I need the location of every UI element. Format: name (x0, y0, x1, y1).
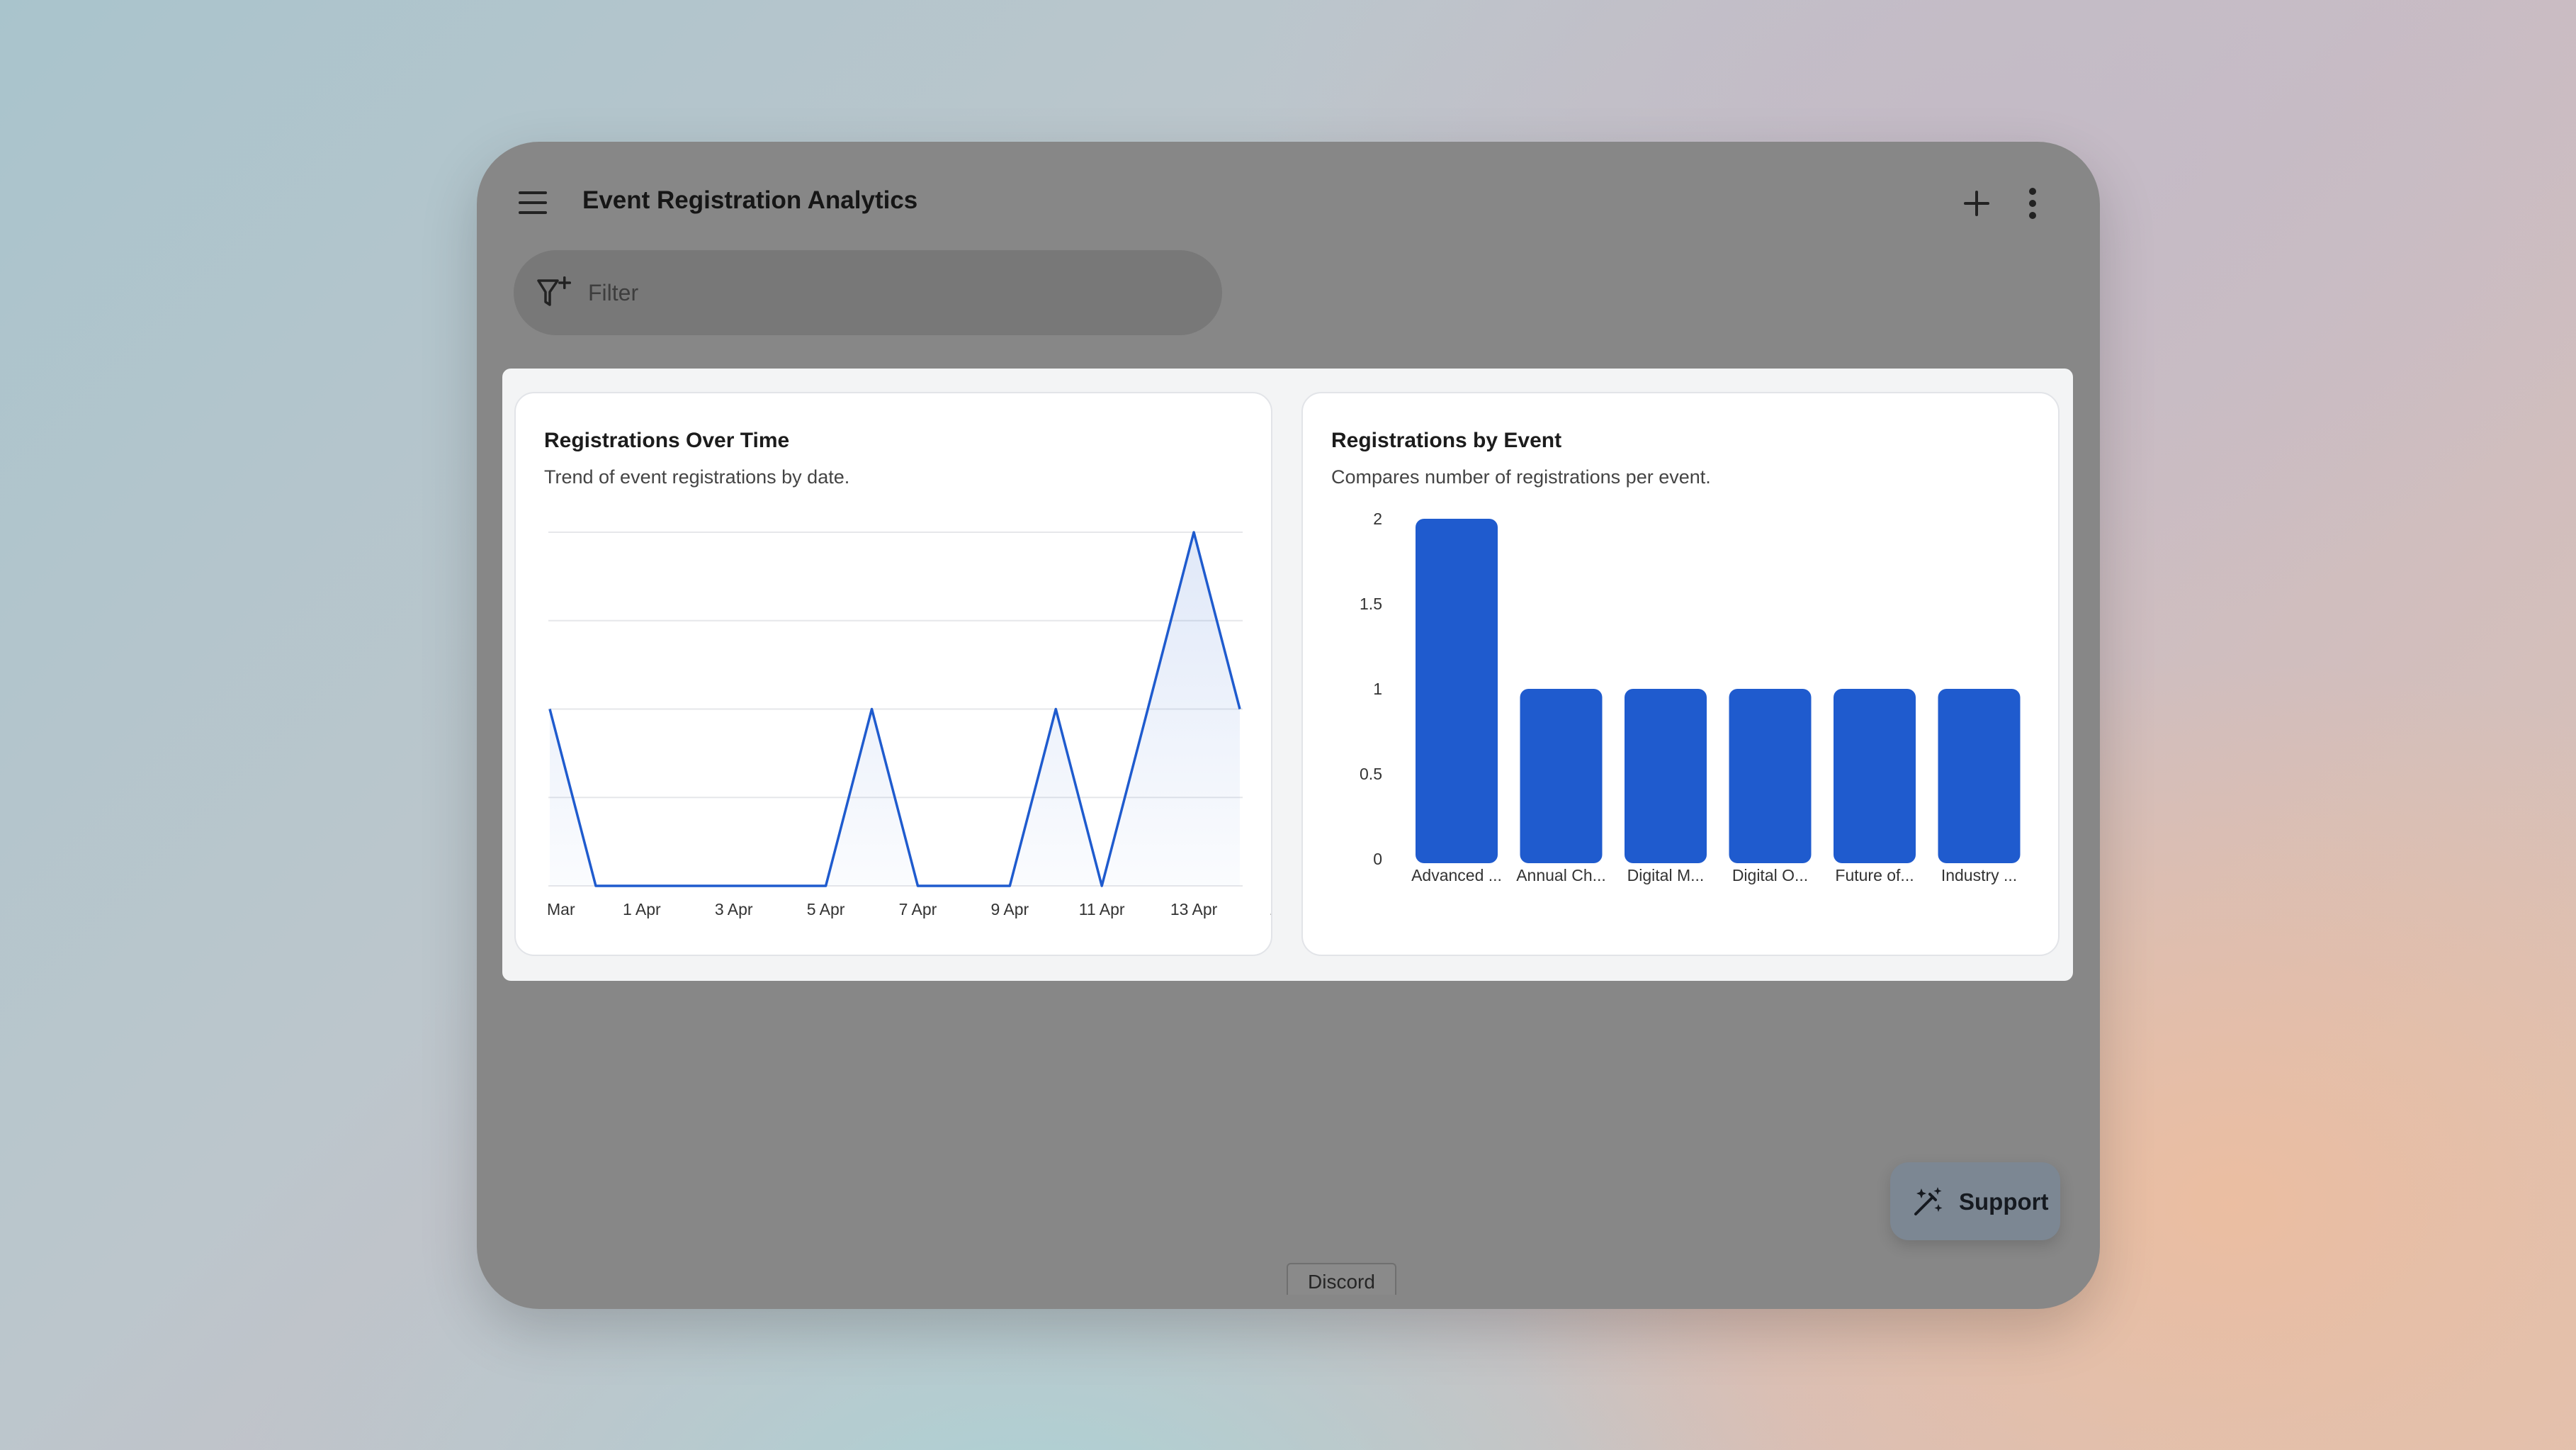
magic-wand-icon (1914, 1187, 1943, 1215)
discord-label: Discord (1308, 1271, 1375, 1293)
x-tick-label: 15 A (1270, 900, 1271, 918)
more-vertical-icon[interactable] (2028, 187, 2037, 220)
y-tick-label: 1.5 (1360, 595, 1382, 613)
x-tick-label: 1 Apr (623, 900, 661, 918)
x-tick-label: 3 Apr (715, 900, 753, 918)
x-tick-label: Future of... (1835, 866, 1914, 884)
line-chart: Mar 1 Apr 3 Apr 5 Apr 7 Apr 9 Apr 11 Apr 13 Apr… (547, 531, 1271, 918)
y-tick-label: 2 (1373, 510, 1382, 528)
bar-chart: 0 0.5 1 1.5 2 Advanced ... Annual Ch... Digital… (1360, 510, 2021, 884)
x-tick-label: Mar (547, 900, 575, 918)
support-label: Support (1959, 1188, 2049, 1215)
discord-tab[interactable]: Discord (1287, 1263, 1396, 1295)
filter-input[interactable]: Filter (514, 250, 1222, 335)
x-tick-label: 13 Apr (1170, 900, 1218, 918)
y-tick-label: 0 (1373, 850, 1382, 868)
registrations-over-time-card: Registrations Over Time Trend of event r… (514, 392, 1272, 956)
app-window: Event Registration Analytics Filter Regi… (477, 142, 2100, 1309)
filter-add-icon (537, 276, 571, 306)
bar (1416, 519, 1498, 863)
x-tick-label: Digital M... (1627, 866, 1705, 884)
bar (1938, 689, 2021, 863)
bar (1729, 689, 1812, 863)
plus-icon[interactable] (1962, 189, 1992, 218)
x-tick-label: 5 Apr (807, 900, 845, 918)
x-tick-label: Advanced ... (1411, 866, 1502, 884)
bar (1625, 689, 1707, 863)
filter-placeholder: Filter (588, 280, 639, 305)
bar (1834, 689, 1916, 863)
x-tick-label: 9 Apr (990, 900, 1029, 918)
page-title: Event Registration Analytics (582, 186, 918, 214)
registrations-by-event-card: Registrations by Event Compares number o… (1301, 392, 2060, 956)
bar (1520, 689, 1603, 863)
y-tick-label: 0.5 (1360, 765, 1382, 783)
y-tick-label: 1 (1373, 680, 1382, 698)
x-tick-label: Digital O... (1732, 866, 1808, 884)
dashboard-panel: Registrations Over Time Trend of event r… (502, 369, 2073, 981)
hamburger-menu-icon[interactable] (517, 190, 548, 215)
support-button[interactable]: Support (1890, 1162, 2060, 1240)
x-tick-label: 7 Apr (899, 900, 937, 918)
x-tick-label: Industry ... (1941, 866, 2017, 884)
x-tick-label: 11 Apr (1079, 900, 1125, 918)
x-tick-label: Annual Ch... (1516, 866, 1606, 884)
